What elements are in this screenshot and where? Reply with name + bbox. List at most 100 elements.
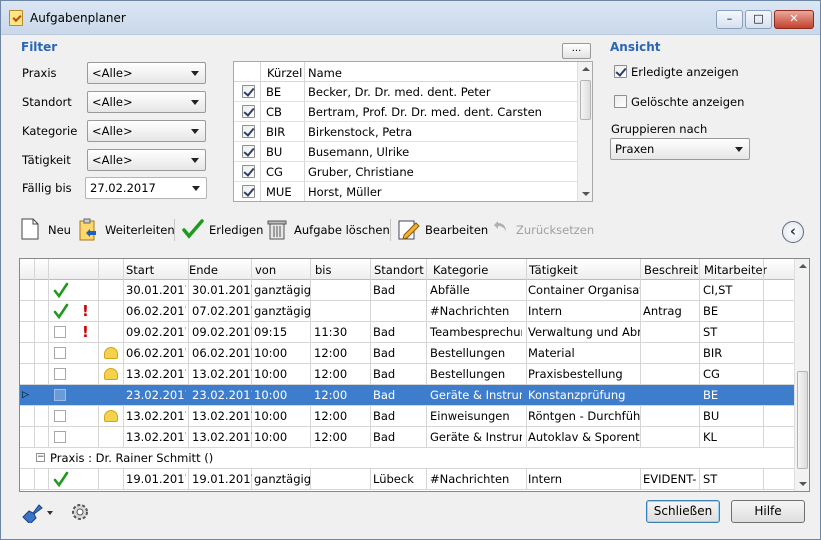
view-heading: Ansicht [610,40,661,54]
col-header-activity[interactable]: Tätigkeit [529,263,578,277]
cell-cat: Bestellungen [430,346,506,360]
cell-staff: BE [703,304,719,318]
collapse-toggle-icon[interactable]: − [36,453,45,462]
taetigkeit-select[interactable]: <Alle> [87,149,206,171]
pin-dropdown-icon[interactable] [19,501,55,523]
due-date-picker[interactable]: 27.02.2017 [85,177,207,199]
help-button[interactable]: Hilfe [731,500,805,523]
col-header-end[interactable]: Ende [189,263,218,277]
staff-checkbox[interactable] [242,125,255,138]
staff-row[interactable]: CG Gruber, Christiane [234,162,577,182]
show-deleted-checkbox[interactable] [614,95,627,108]
cell-from: ganztägig [254,283,311,297]
cell-task: Praxisbestellung [528,367,623,381]
staff-checkbox[interactable] [242,165,255,178]
col-header-staff[interactable]: Mitarbeiter [704,263,767,277]
staff-row[interactable]: CB Bertram, Prof. Dr. Dr. med. dent. Cars… [234,102,577,122]
forward-button-label: Weiterleiten [105,223,175,237]
scroll-up-icon[interactable] [799,264,807,268]
col-header-site[interactable]: Standort [374,263,424,277]
kategorie-select[interactable]: <Alle> [87,120,206,142]
done-check-icon[interactable] [53,471,69,487]
complete-checkbox[interactable] [54,389,66,401]
cell-from: 10:00 [254,388,288,402]
scroll-thumb[interactable] [580,80,591,120]
scroll-up-icon[interactable] [582,67,590,71]
cell-task: Intern [528,304,563,318]
client-area: Filter Praxis <Alle> Standort <Alle> Kat… [1,36,820,539]
current-row-marker: ▷ [22,390,29,400]
cell-site: Bad [373,283,396,297]
complete-checkbox[interactable] [54,410,66,422]
close-window-button[interactable]: ✕ [774,10,814,29]
task-row[interactable]: 30.01.2017 30.01.2017 ganztägig Bad Abfälle C… [20,280,794,301]
filter-label-praxis: Praxis [22,66,57,80]
cell-from: ganztägig [254,304,311,318]
group-by-select[interactable]: Praxen [610,138,750,160]
col-header-start[interactable]: Start [126,263,154,277]
scroll-down-icon[interactable] [582,192,590,196]
show-done-checkbox[interactable] [614,65,627,78]
col-header-from[interactable]: von [255,263,276,277]
col-header-name[interactable]: Name [308,66,342,80]
col-header-description[interactable]: Beschreibu [644,263,698,277]
complete-checkbox[interactable] [54,326,66,338]
staff-row[interactable]: MUE Horst, Müller [234,182,577,201]
staff-checkbox[interactable] [242,105,255,118]
cell-task: Konstanzprüfung [528,388,626,402]
standort-select[interactable]: <Alle> [87,91,206,113]
grid-scrollbar[interactable] [794,259,809,491]
staff-row[interactable]: BIR Birkenstock, Petra [234,122,577,142]
staff-code: MUE [266,185,292,199]
cell-end: 07.02.2017 [192,304,252,318]
task-row[interactable]: ! 09.02.2017 09.02.2017 09:15 11:30 Bad Teambe… [20,322,794,343]
done-check-icon[interactable] [53,303,69,319]
delete-task-button[interactable]: Aufgabe löschen [267,216,390,244]
group-row[interactable]: − Praxis : Dr. Rainer Schmitt () [20,448,794,469]
cell-desc: Antrag [643,304,682,318]
done-check-icon[interactable] [53,282,69,298]
complete-checkbox[interactable] [54,347,66,359]
staff-list-scrollbar[interactable] [577,62,592,201]
task-row[interactable]: 19.01.2017 19.01.2017 ganztägig Lübeck #Nach… [20,469,794,490]
cell-task: Material [528,346,575,360]
cell-start: 13.02.2017 [126,367,186,381]
col-header-to[interactable]: bis [315,263,332,277]
col-header-code[interactable]: Kürzel [267,66,302,80]
complete-checkbox[interactable] [54,431,66,443]
task-row[interactable]: 13.02.2017 13.02.2017 10:00 12:00 Bad Einweis… [20,406,794,427]
complete-button[interactable]: Erledigen [182,216,263,244]
scroll-down-icon[interactable] [799,482,807,486]
minimize-button[interactable]: – [716,10,743,29]
new-button[interactable]: Neu [21,216,71,244]
cell-from: 10:00 [254,367,288,381]
reset-button[interactable]: Zurücksetzen [493,216,594,244]
staff-row[interactable]: BE Becker, Dr. Dr. med. dent. Peter [234,82,577,102]
col-header-category[interactable]: Kategorie [433,263,488,277]
grid-scroll-thumb[interactable] [797,371,808,469]
praxis-select[interactable]: <Alle> [87,62,206,84]
task-row[interactable]: 13.02.2017 13.02.2017 10:00 12:00 Bad Geräte … [20,427,794,448]
more-options-button[interactable]: ... [562,43,591,59]
group-by-label: Gruppieren nach [611,122,708,136]
maximize-button[interactable]: □ [745,10,772,29]
collapse-back-button[interactable]: ‹ [782,221,804,243]
taetigkeit-select-value: <Alle> [92,153,133,167]
cell-site: Bad [373,325,396,339]
edit-button[interactable]: Bearbeiten [398,216,488,244]
settings-gear-icon[interactable] [69,501,91,523]
task-row[interactable]: 06.02.2017 06.02.2017 10:00 12:00 Bad Bestell… [20,343,794,364]
task-row[interactable]: 13.02.2017 13.02.2017 10:00 12:00 Bad Bestell… [20,364,794,385]
staff-checkbox[interactable] [242,85,255,98]
staff-row[interactable]: BU Busemann, Ulrike [234,142,577,162]
cell-end: 13.02.2017 [192,430,252,444]
staff-name: Gruber, Christiane [308,165,414,179]
task-row[interactable]: ! 06.02.2017 07.02.2017 ganztägig #Nachricht… [20,301,794,322]
complete-checkbox[interactable] [54,368,66,380]
close-button[interactable]: Schließen [646,500,720,523]
forward-button[interactable]: Weiterleiten [78,216,175,244]
toolbar: Neu Weiterleiten Erledigen Aufgabe lösch [1,216,820,246]
staff-checkbox[interactable] [242,145,255,158]
task-row[interactable]: ▷ 23.02.2017 23.02.2017 10:00 12:00 Bad Geräte… [20,385,794,406]
staff-checkbox[interactable] [242,185,255,198]
